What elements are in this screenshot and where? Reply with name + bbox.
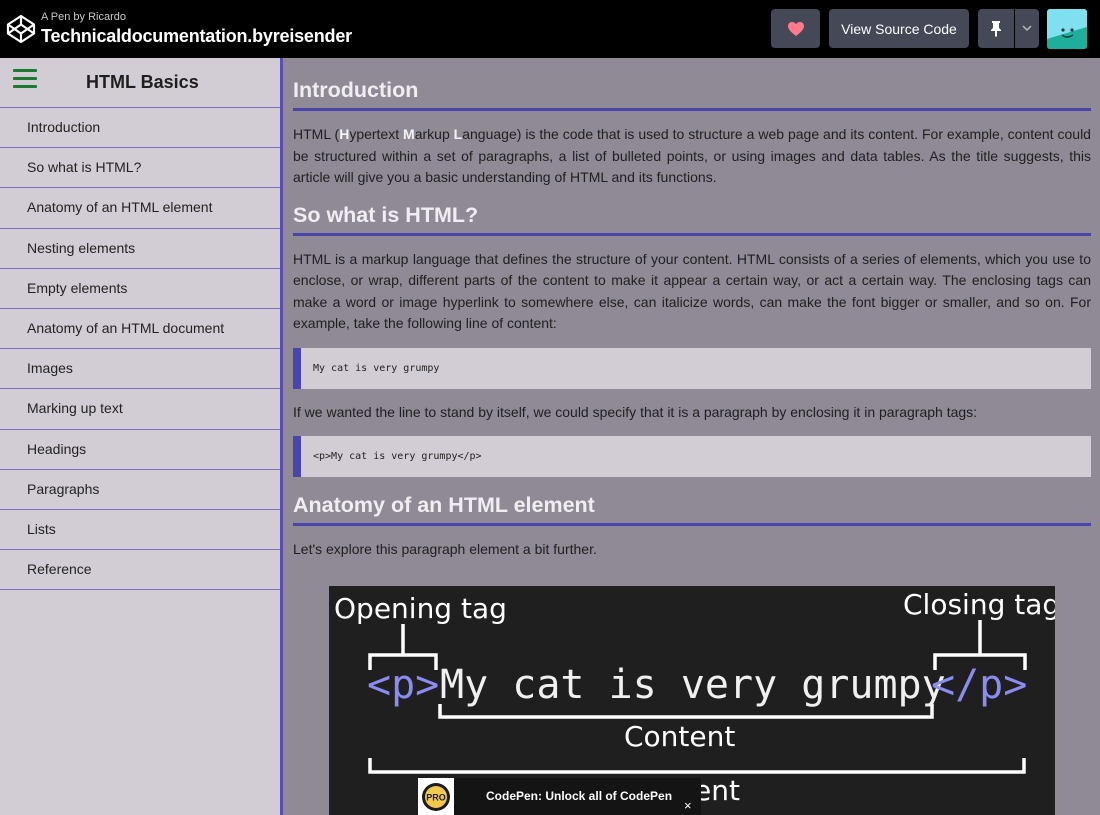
sidebar-nav: HTML Basics Introduction So what is HTML… — [0, 58, 283, 815]
sidebar-item-anatomy-element[interactable]: Anatomy of an HTML element — [0, 188, 280, 229]
chevron-down-icon — [1022, 25, 1032, 32]
codepen-logo-icon[interactable] — [6, 14, 36, 44]
love-button[interactable] — [771, 9, 820, 48]
pro-badge-text: PRO — [426, 792, 446, 802]
promo-text: CodePen: Unlock all of CodePen — [486, 789, 673, 803]
view-source-button[interactable]: View Source Code — [829, 9, 969, 48]
sidebar-item-lists[interactable]: Lists — [0, 510, 280, 551]
sidebar-title: HTML Basics — [86, 72, 199, 92]
sidebar-item-anatomy-document[interactable]: Anatomy of an HTML document — [0, 309, 280, 350]
anatomy-paragraph: Let's explore this paragraph element a b… — [293, 541, 597, 557]
pin-dropdown-button[interactable] — [1015, 9, 1039, 48]
code-block: My cat is very grumpy — [293, 347, 1091, 389]
promo-banner[interactable]: PRO CodePen: Unlock all of CodePen × — [418, 778, 701, 815]
sidebar-item-nesting[interactable]: Nesting elements — [0, 229, 280, 269]
avatar[interactable] — [1047, 9, 1087, 49]
hamburger-menu-icon[interactable] — [13, 69, 37, 89]
pin-button[interactable] — [978, 9, 1014, 48]
section-heading-what-is-html: So what is HTML? — [293, 203, 1091, 236]
sidebar-item-marking-up-text[interactable]: Marking up text — [0, 389, 280, 430]
sidebar-item-empty-elements[interactable]: Empty elements — [0, 269, 280, 309]
pin-icon — [991, 21, 1001, 37]
sidebar-item-images[interactable]: Images — [0, 349, 280, 390]
pen-title: Technicaldocumentation.byreisender — [41, 26, 352, 46]
open-tag-text: <p> — [367, 662, 439, 708]
what-is-html-paragraph: HTML is a markup language that defines t… — [293, 250, 1091, 332]
content-label: Content — [624, 720, 735, 753]
section-heading-introduction: Introduction — [293, 78, 1091, 111]
sidebar-item-what-is-html[interactable]: So what is HTML? — [0, 148, 280, 189]
code-block: <p>My cat is very grumpy</p> — [293, 436, 1091, 477]
content-text: My cat is very grumpy — [440, 662, 946, 708]
closing-tag-label: Closing tag — [903, 588, 1055, 621]
main-content: Introduction HTML (Hypertext Markup Lang… — [286, 58, 1100, 815]
close-tag-text: </p> — [931, 662, 1027, 708]
top-bar: A Pen by Ricardo Technicaldocumentation.… — [0, 0, 1100, 58]
paragraph-tags-text: If we wanted the line to stand by itself… — [293, 403, 978, 420]
pen-author[interactable]: A Pen by Ricardo — [41, 11, 126, 23]
pro-badge: PRO — [418, 778, 454, 815]
sidebar-item-reference[interactable]: Reference — [0, 550, 280, 591]
sidebar-header: HTML Basics — [0, 58, 280, 108]
opening-tag-label: Opening tag — [334, 592, 507, 625]
sidebar-item-introduction[interactable]: Introduction — [0, 108, 280, 149]
sidebar-item-paragraphs[interactable]: Paragraphs — [0, 470, 280, 510]
close-icon[interactable]: × — [684, 798, 692, 813]
section-heading-anatomy-element: Anatomy of an HTML element — [293, 493, 1091, 526]
intro-paragraph: HTML (Hypertext Markup Language) is the … — [293, 126, 1091, 185]
sidebar-item-headings[interactable]: Headings — [0, 430, 280, 470]
heart-icon — [787, 21, 804, 36]
